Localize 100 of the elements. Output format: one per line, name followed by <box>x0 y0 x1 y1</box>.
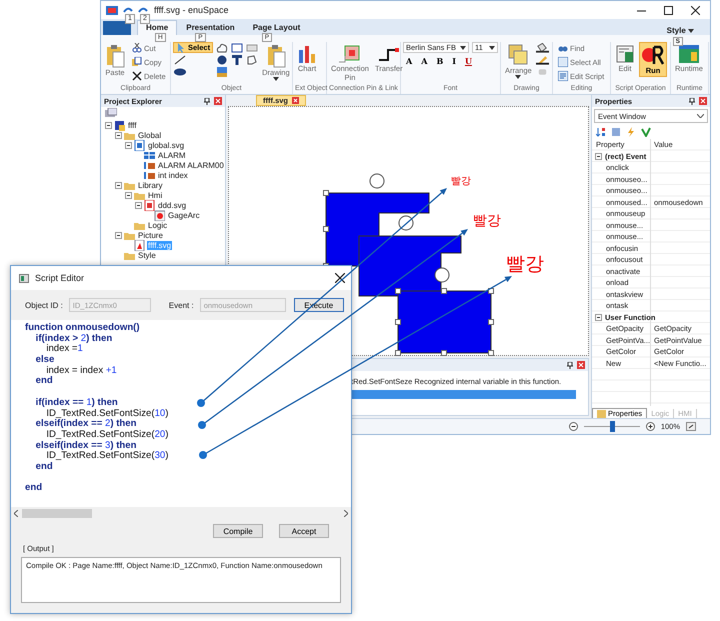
variable-icon <box>144 170 155 180</box>
collapse-icon[interactable] <box>595 152 602 160</box>
properties-icon <box>597 410 606 418</box>
project-icon <box>114 120 125 130</box>
run-icon <box>641 44 665 66</box>
delete-icon <box>132 71 142 81</box>
circle-tool[interactable] <box>215 54 228 65</box>
format-button[interactable]: I <box>449 55 459 67</box>
tree-item[interactable]: ddd.svg <box>157 200 188 210</box>
pin-icon[interactable] <box>689 98 695 104</box>
tree-item[interactable]: Hmi <box>147 190 164 200</box>
canvas-text-label: 빨강 <box>506 255 544 274</box>
stack-icon <box>508 44 528 66</box>
caret-icon <box>688 29 694 33</box>
format-button[interactable]: U <box>462 55 475 67</box>
code-line: else <box>34 355 56 366</box>
format-button[interactable]: A <box>403 55 416 67</box>
style-menu[interactable]: Style <box>666 26 694 35</box>
code-line: ID_TextRed.SetFontSize(30) <box>45 451 170 462</box>
tree-item[interactable]: ffff <box>127 120 138 130</box>
code-line: ID_TextRed.SetFontSize(10) <box>45 408 170 419</box>
zoom-out-icon[interactable] <box>568 422 578 431</box>
tree-item[interactable]: GageArc <box>167 210 201 220</box>
clipboard-icon <box>266 44 286 68</box>
collapse-icon[interactable] <box>135 202 142 208</box>
tree-item[interactable]: Logic <box>147 220 168 230</box>
app-logo-icon <box>105 4 119 16</box>
code-line: index = index +1 <box>45 366 118 376</box>
scissors-icon <box>132 43 142 53</box>
code-line: end <box>34 462 54 473</box>
tree-item[interactable]: ALARM ALARM00 <box>157 160 225 170</box>
gauge-icon <box>154 210 165 220</box>
tree-item[interactable]: Global <box>137 130 162 140</box>
cloud-tool[interactable] <box>215 42 228 53</box>
tree-item[interactable]: int index <box>157 170 189 180</box>
slider-thumb[interactable] <box>610 421 615 432</box>
tree-item[interactable]: ALARM <box>157 150 187 160</box>
bar-chart-icon <box>297 44 317 64</box>
window-title: ffff.svg - enuSpace <box>154 5 229 15</box>
image-tool[interactable] <box>215 66 228 77</box>
pin-icon <box>338 44 361 64</box>
code-line: function onmousedown() <box>25 323 141 334</box>
chevron-down-icon <box>697 114 704 118</box>
runtime-icon <box>678 44 700 64</box>
code-line: elseif(index == 2) then <box>34 419 138 430</box>
cursor-icon <box>176 42 186 52</box>
format-button[interactable]: B <box>433 55 446 67</box>
format-button[interactable]: A <box>418 55 430 67</box>
rectangle-tool[interactable] <box>230 42 244 53</box>
code-line: ID_TextRed.SetFontSize(20) <box>45 430 170 441</box>
select-all-icon <box>558 57 568 67</box>
collapse-icon[interactable] <box>595 314 602 321</box>
page-icon <box>144 200 155 210</box>
tree-item[interactable]: global.svg <box>147 140 186 150</box>
file-menu-button[interactable] <box>103 21 131 35</box>
field-label: Event : <box>168 300 194 310</box>
code-line: index =1 <box>45 344 84 355</box>
code-line: elseif(index == 3) then <box>34 440 138 451</box>
collapse-icon[interactable] <box>125 192 132 198</box>
ribbon-tab[interactable]: Page Layout <box>244 20 310 35</box>
pen-tool[interactable] <box>536 54 549 65</box>
zoom-in-icon[interactable] <box>646 422 655 431</box>
page-icon <box>134 140 145 150</box>
copy-icon <box>132 57 142 67</box>
caret-icon <box>489 46 495 50</box>
scroll-right-icon[interactable] <box>344 510 348 516</box>
scroll-left-icon[interactable] <box>14 510 18 516</box>
caret-icon <box>460 46 466 50</box>
text-tool-tool[interactable] <box>230 54 244 65</box>
close-icon[interactable] <box>335 273 345 283</box>
collapse-icon[interactable] <box>115 232 122 238</box>
paint-bucket-tool[interactable] <box>536 42 549 53</box>
collapse-icon[interactable] <box>125 142 132 148</box>
close-icon[interactable] <box>691 6 700 14</box>
code-line: end <box>25 483 44 494</box>
code-line: if(index > 2) then <box>34 334 114 344</box>
tree-item[interactable]: Picture <box>137 230 164 240</box>
collapse-icon[interactable] <box>115 182 122 188</box>
polygon-tool[interactable] <box>245 54 258 65</box>
tree-item[interactable]: Style <box>137 250 157 260</box>
maximize-icon[interactable] <box>664 6 673 14</box>
collapse-icon[interactable] <box>105 122 112 128</box>
code-line: if(index == 1) then <box>34 398 119 408</box>
dialog-button[interactable]: Accept <box>279 524 329 538</box>
clipboard-icon <box>105 44 125 68</box>
sort-icon[interactable] <box>596 127 606 137</box>
pin-icon[interactable] <box>567 362 573 368</box>
ribbon-tab[interactable]: Presentation <box>177 20 244 35</box>
dialog-button[interactable]: Compile <box>213 524 263 538</box>
check-icon[interactable] <box>641 127 651 137</box>
variable-icon <box>144 160 155 170</box>
horizontal-scrollbar[interactable] <box>11 507 351 519</box>
pin-icon[interactable] <box>204 98 210 104</box>
tree-item[interactable]: Library <box>137 180 164 190</box>
line-tool[interactable] <box>173 54 186 65</box>
zoom-reset-icon[interactable] <box>686 422 696 431</box>
script-edit-icon <box>615 44 635 64</box>
ellipse-tool[interactable] <box>173 66 186 77</box>
ribbon-tab[interactable]: Home <box>137 20 178 35</box>
collapse-icon[interactable] <box>115 132 122 138</box>
